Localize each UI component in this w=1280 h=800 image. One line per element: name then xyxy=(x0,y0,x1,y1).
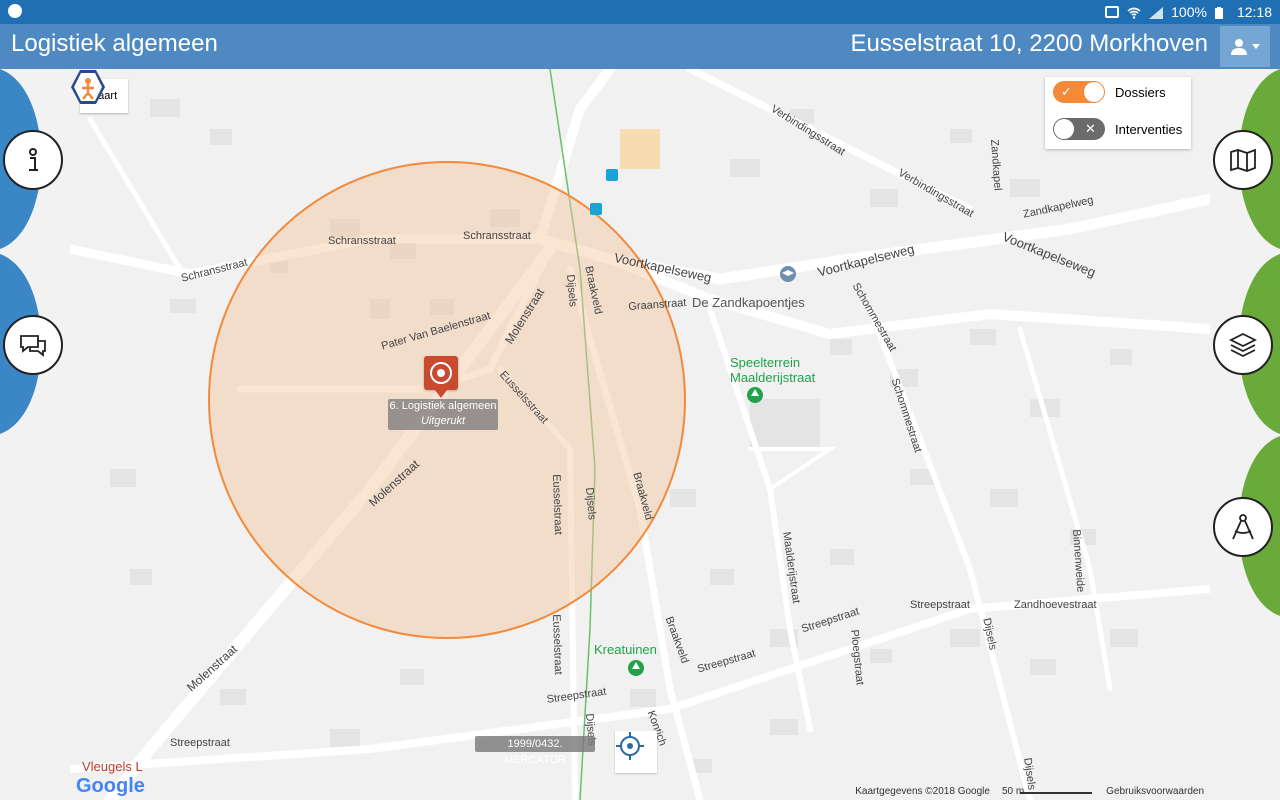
map-icon xyxy=(1230,148,1256,172)
compass-icon xyxy=(1232,514,1254,540)
status-right: 100% 12:18 xyxy=(1105,4,1272,20)
bus-stop-icon xyxy=(590,203,602,215)
layer-toggle-panel: ✓ Dossiers ✕ Interventies xyxy=(1045,77,1191,149)
switch-knob xyxy=(1084,82,1104,102)
terms-link[interactable]: Gebruiksvoorwaarden xyxy=(1106,786,1204,797)
info-icon xyxy=(29,148,38,171)
map-canvas[interactable]: Schransstraat Schransstraat Schransstraa… xyxy=(70,69,1210,800)
wifi-icon xyxy=(1127,6,1141,19)
toggle-dossiers[interactable]: ✓ Dossiers xyxy=(1053,81,1166,103)
layers-icon xyxy=(1229,332,1257,358)
user-icon xyxy=(1231,38,1247,55)
street-label: Zandhoevestraat xyxy=(1014,599,1097,611)
right-tab-layers[interactable] xyxy=(1210,254,1280,434)
street-label: Eusselstraat xyxy=(550,474,565,535)
signal-icon xyxy=(1149,6,1164,19)
compass-button[interactable] xyxy=(1213,497,1273,557)
address-title: Eusselstraat 10, 2200 Morkhoven xyxy=(850,30,1208,57)
dossier-name: 6. Logistiek algemeen xyxy=(389,400,497,412)
cast-icon xyxy=(1105,6,1120,18)
interventies-switch[interactable]: ✕ xyxy=(1053,118,1105,140)
bus-stop-icon xyxy=(606,169,618,181)
street-label: Eusselstraat xyxy=(550,614,565,675)
interventies-label: Interventies xyxy=(1115,121,1183,137)
school-icon xyxy=(780,266,796,282)
switch-knob xyxy=(1054,119,1074,139)
my-location-button[interactable] xyxy=(615,731,657,773)
map-base xyxy=(70,69,1210,800)
map-attribution: Kaartgegevens ©2018 Google 50 m Gebruiks… xyxy=(855,786,1204,797)
dossier-status: Uitgerukt xyxy=(420,415,466,427)
park-icon xyxy=(747,387,763,403)
street-label: Streepstraat xyxy=(910,599,970,611)
scale-text: 50 m xyxy=(1001,786,1025,797)
chat-button[interactable] xyxy=(3,315,63,375)
map-button[interactable] xyxy=(1213,130,1273,190)
battery-icon xyxy=(1214,6,1229,19)
fire-incident-icon xyxy=(430,362,452,384)
dossiers-switch[interactable]: ✓ xyxy=(1053,81,1105,103)
dossier-marker[interactable] xyxy=(424,356,458,398)
user-menu-button[interactable] xyxy=(1220,26,1270,67)
park-icon xyxy=(628,660,644,676)
layers-button[interactable] xyxy=(1213,315,1273,375)
app-notification-icon xyxy=(8,4,22,18)
street-label: Schransstraat xyxy=(463,230,531,242)
right-tab-map[interactable] xyxy=(1210,69,1280,249)
info-button[interactable] xyxy=(3,130,63,190)
chat-icon xyxy=(20,335,46,357)
right-tab-tools[interactable] xyxy=(1210,436,1280,616)
poi-label: Speelterrein Maalderijstraat xyxy=(730,355,816,385)
battery-text: 100% xyxy=(1171,4,1207,20)
poi-label: De Zandkapoentjes xyxy=(692,295,805,310)
poi-label: Kreatuinen xyxy=(594,642,657,657)
app-bar: Logistiek algemeen Eusselstraat 10, 2200… xyxy=(0,24,1280,69)
mercator-marker-label[interactable]: 1999/0432. MERCATOR xyxy=(475,736,595,766)
toggle-interventies[interactable]: ✕ Interventies xyxy=(1053,118,1182,140)
close-icon: ✕ xyxy=(1085,121,1096,136)
dossier-marker-label[interactable]: 6. Logistiek algemeen Uitgerukt xyxy=(388,399,498,430)
mercator-marker[interactable] xyxy=(70,69,106,105)
street-label: Schransstraat xyxy=(328,235,396,247)
clock: 12:18 xyxy=(1236,4,1272,20)
crosshair-icon xyxy=(616,732,644,760)
page-title: Logistiek algemeen xyxy=(11,30,218,57)
attribution-text: Kaartgegevens ©2018 Google xyxy=(855,786,990,797)
status-bar: 100% 12:18 xyxy=(0,0,1280,24)
left-tab-chat[interactable] xyxy=(0,254,70,434)
dossiers-label: Dossiers xyxy=(1115,84,1166,100)
caret-down-icon xyxy=(1252,44,1260,49)
street-label: Streepstraat xyxy=(170,737,230,749)
google-logo: Google xyxy=(76,775,145,797)
check-icon: ✓ xyxy=(1061,84,1072,99)
left-tab-info[interactable] xyxy=(0,69,70,249)
poi-label: Vleugels L xyxy=(82,759,143,774)
